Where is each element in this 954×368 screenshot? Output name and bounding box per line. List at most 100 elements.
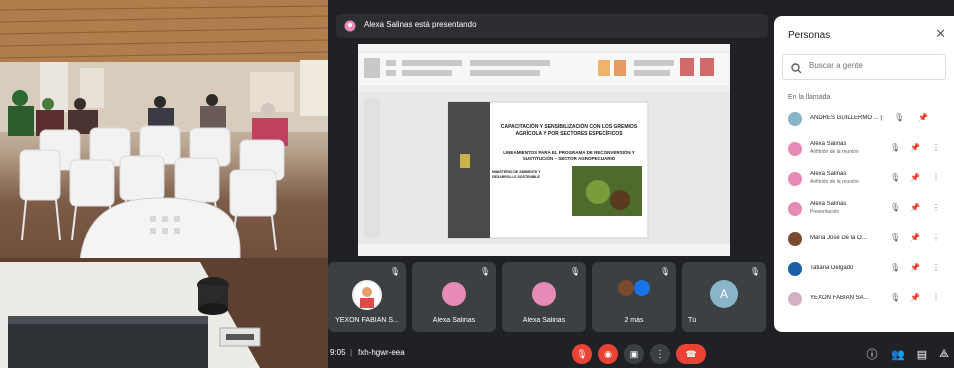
info-button[interactable]: ⓘ — [862, 344, 882, 364]
chat-icon: ▤ — [916, 348, 928, 361]
participant-name: Alexa Salinas — [810, 141, 847, 147]
people-button[interactable]: 👥 — [888, 344, 908, 364]
participant-row[interactable]: Tatiana Delgado 🎙 📌 ⋮ — [782, 256, 952, 282]
room-photo — [0, 0, 328, 368]
pin-icon[interactable]: 📌 — [918, 113, 928, 122]
participant-row[interactable]: Alexa Salinas Presentación 🎙 📌 ⋮ — [782, 196, 952, 222]
slide-subtitle: LINEAMIENTOS PARA EL PROGRAMA DE RECONVE… — [503, 150, 635, 161]
participant-tile[interactable]: 🎙 Alexa Salinas — [502, 262, 586, 332]
meeting-code: fxh-hgwr-eea — [358, 348, 405, 357]
participant-row[interactable]: María José De la O... 🎙 📌 ⋮ — [782, 226, 952, 252]
close-icon[interactable]: ✕ — [935, 26, 946, 42]
mic-off-icon[interactable]: 🎙 — [890, 233, 900, 242]
mic-off-icon[interactable]: 🎙 — [890, 203, 900, 212]
tile-name: Tú — [688, 317, 697, 324]
participant-avatar — [788, 112, 802, 126]
camera-toggle-button[interactable]: ◉ — [598, 344, 618, 364]
tile-name: YEXON FABIAN S... — [335, 317, 399, 324]
participant-avatar — [788, 262, 802, 276]
presented-screen: CAPACITACIÓN Y SENSIBILIZACIÓN CON LOS G… — [357, 44, 731, 256]
mic-off-icon: 🎙 — [749, 267, 760, 276]
chat-button[interactable]: ▤ — [912, 344, 932, 364]
pin-icon[interactable]: 📌 — [910, 143, 920, 152]
participant-avatar — [788, 232, 802, 246]
avatar — [442, 282, 466, 306]
present-screen-icon — [344, 19, 356, 37]
search-box[interactable] — [782, 54, 946, 80]
participant-avatar — [788, 202, 802, 216]
panel-title: Personas — [788, 30, 831, 41]
mic-off-icon: 🎙 — [479, 267, 490, 276]
activities-icon: ⟁ — [939, 347, 949, 360]
mic-off-icon: 🎙 — [659, 267, 670, 276]
more-vert-icon[interactable]: ⋮ — [932, 203, 940, 212]
participant-tile[interactable]: 🎙 Alexa Salinas — [412, 262, 496, 332]
pin-icon[interactable]: 📌 — [910, 293, 920, 302]
participant-avatar — [788, 142, 802, 156]
participant-name: Alexa Salinas — [810, 201, 847, 207]
participant-role: Anfitrión de la reunión — [810, 149, 859, 155]
mic-off-icon[interactable]: 🎙 — [890, 143, 900, 152]
avatar-initial: A — [710, 280, 738, 308]
participant-name: ANDRES GUILLERMO ... (Tú) — [810, 115, 884, 121]
leave-call-button[interactable]: ☎ — [676, 344, 706, 364]
avatar — [352, 280, 382, 310]
meeting-time: 9:05 — [330, 348, 346, 357]
participant-row[interactable]: YEXON FABIAN SA... 🎙 📌 ⋮ — [782, 286, 952, 312]
tile-name: Alexa Salinas — [432, 317, 476, 324]
pin-icon[interactable]: 📌 — [910, 173, 920, 182]
avatar — [618, 280, 634, 296]
slide-title: CAPACITACIÓN Y SENSIBILIZACIÓN CON LOS G… — [500, 124, 638, 137]
mic-off-icon: 🎙 — [576, 348, 588, 359]
presenting-text: Alexa Salinas está presentando — [364, 20, 477, 29]
tile-name: Alexa Salinas — [522, 317, 566, 324]
room-photo-illustration — [0, 0, 328, 368]
tile-name: 2 más — [624, 317, 644, 324]
participant-tile-self[interactable]: 🎙 A Tú — [682, 262, 766, 332]
presenting-banner: Alexa Salinas está presentando — [336, 14, 768, 38]
present-icon: ▣ — [629, 348, 639, 359]
more-vert-icon[interactable]: ⋮ — [932, 173, 940, 182]
more-options-button[interactable]: ⋮ — [650, 344, 670, 364]
participant-row[interactable]: Alexa Salinas Anfitrión de la reunión 🎙 … — [782, 166, 952, 192]
participant-name: María José De la O... — [810, 235, 867, 241]
pin-icon[interactable]: 📌 — [910, 233, 920, 242]
more-vert-icon[interactable]: ⋮ — [932, 233, 940, 242]
avatar — [634, 280, 650, 296]
mic-off-icon[interactable]: 🎙 — [890, 173, 900, 182]
participant-role: Presentación — [810, 209, 840, 215]
search-input[interactable] — [807, 60, 941, 71]
hang-up-icon: ☎ — [685, 348, 697, 359]
info-icon: ⓘ — [866, 349, 878, 361]
participant-name: Alexa Salinas — [810, 171, 847, 177]
mic-off-icon: 🎙 — [389, 267, 400, 276]
mic-off-icon[interactable]: 🎙 — [890, 293, 900, 302]
mic-off-icon[interactable]: 🎙 — [890, 263, 900, 272]
mic-toggle-button[interactable]: 🎙 — [572, 344, 592, 364]
search-icon — [791, 61, 802, 79]
participant-avatar — [788, 172, 802, 186]
mic-off-icon: 🎙 — [569, 267, 580, 276]
participant-role: Anfitrión de la reunión — [810, 179, 859, 185]
participant-row[interactable]: Alexa Salinas Anfitrión de la reunión 🎙 … — [782, 136, 952, 162]
pin-icon[interactable]: 📌 — [910, 203, 920, 212]
more-vert-icon[interactable]: ⋮ — [932, 293, 940, 302]
activities-button[interactable]: ⟁ — [934, 344, 954, 364]
participant-tile-more[interactable]: 🎙 2 más — [592, 262, 676, 332]
more-vert-icon[interactable]: ⋮ — [932, 143, 940, 152]
people-panel: Personas ✕ En la llamada ANDRES GUILLERM… — [774, 16, 954, 332]
participant-name: Tatiana Delgado — [810, 265, 854, 271]
participant-tile[interactable]: 🎙 YEXON FABIAN S... — [328, 262, 406, 332]
more-vert-icon[interactable]: ⋮ — [932, 263, 940, 272]
camera-off-icon: ◉ — [604, 348, 612, 359]
people-icon: 👥 — [891, 348, 905, 361]
participant-row[interactable]: ANDRES GUILLERMO ... (Tú) 🎙 📌 — [782, 106, 952, 132]
slide-ministry: MINISTERIO DE AMBIENTE Y DESARROLLO SOST… — [492, 170, 541, 179]
avatar — [532, 282, 556, 306]
meeting-divider: | — [350, 348, 353, 357]
mic-off-icon[interactable]: 🎙 — [894, 113, 904, 122]
participant-avatar — [788, 292, 802, 306]
present-button[interactable]: ▣ — [624, 344, 644, 364]
participant-name: YEXON FABIAN SA... — [810, 295, 869, 301]
pin-icon[interactable]: 📌 — [910, 263, 920, 272]
